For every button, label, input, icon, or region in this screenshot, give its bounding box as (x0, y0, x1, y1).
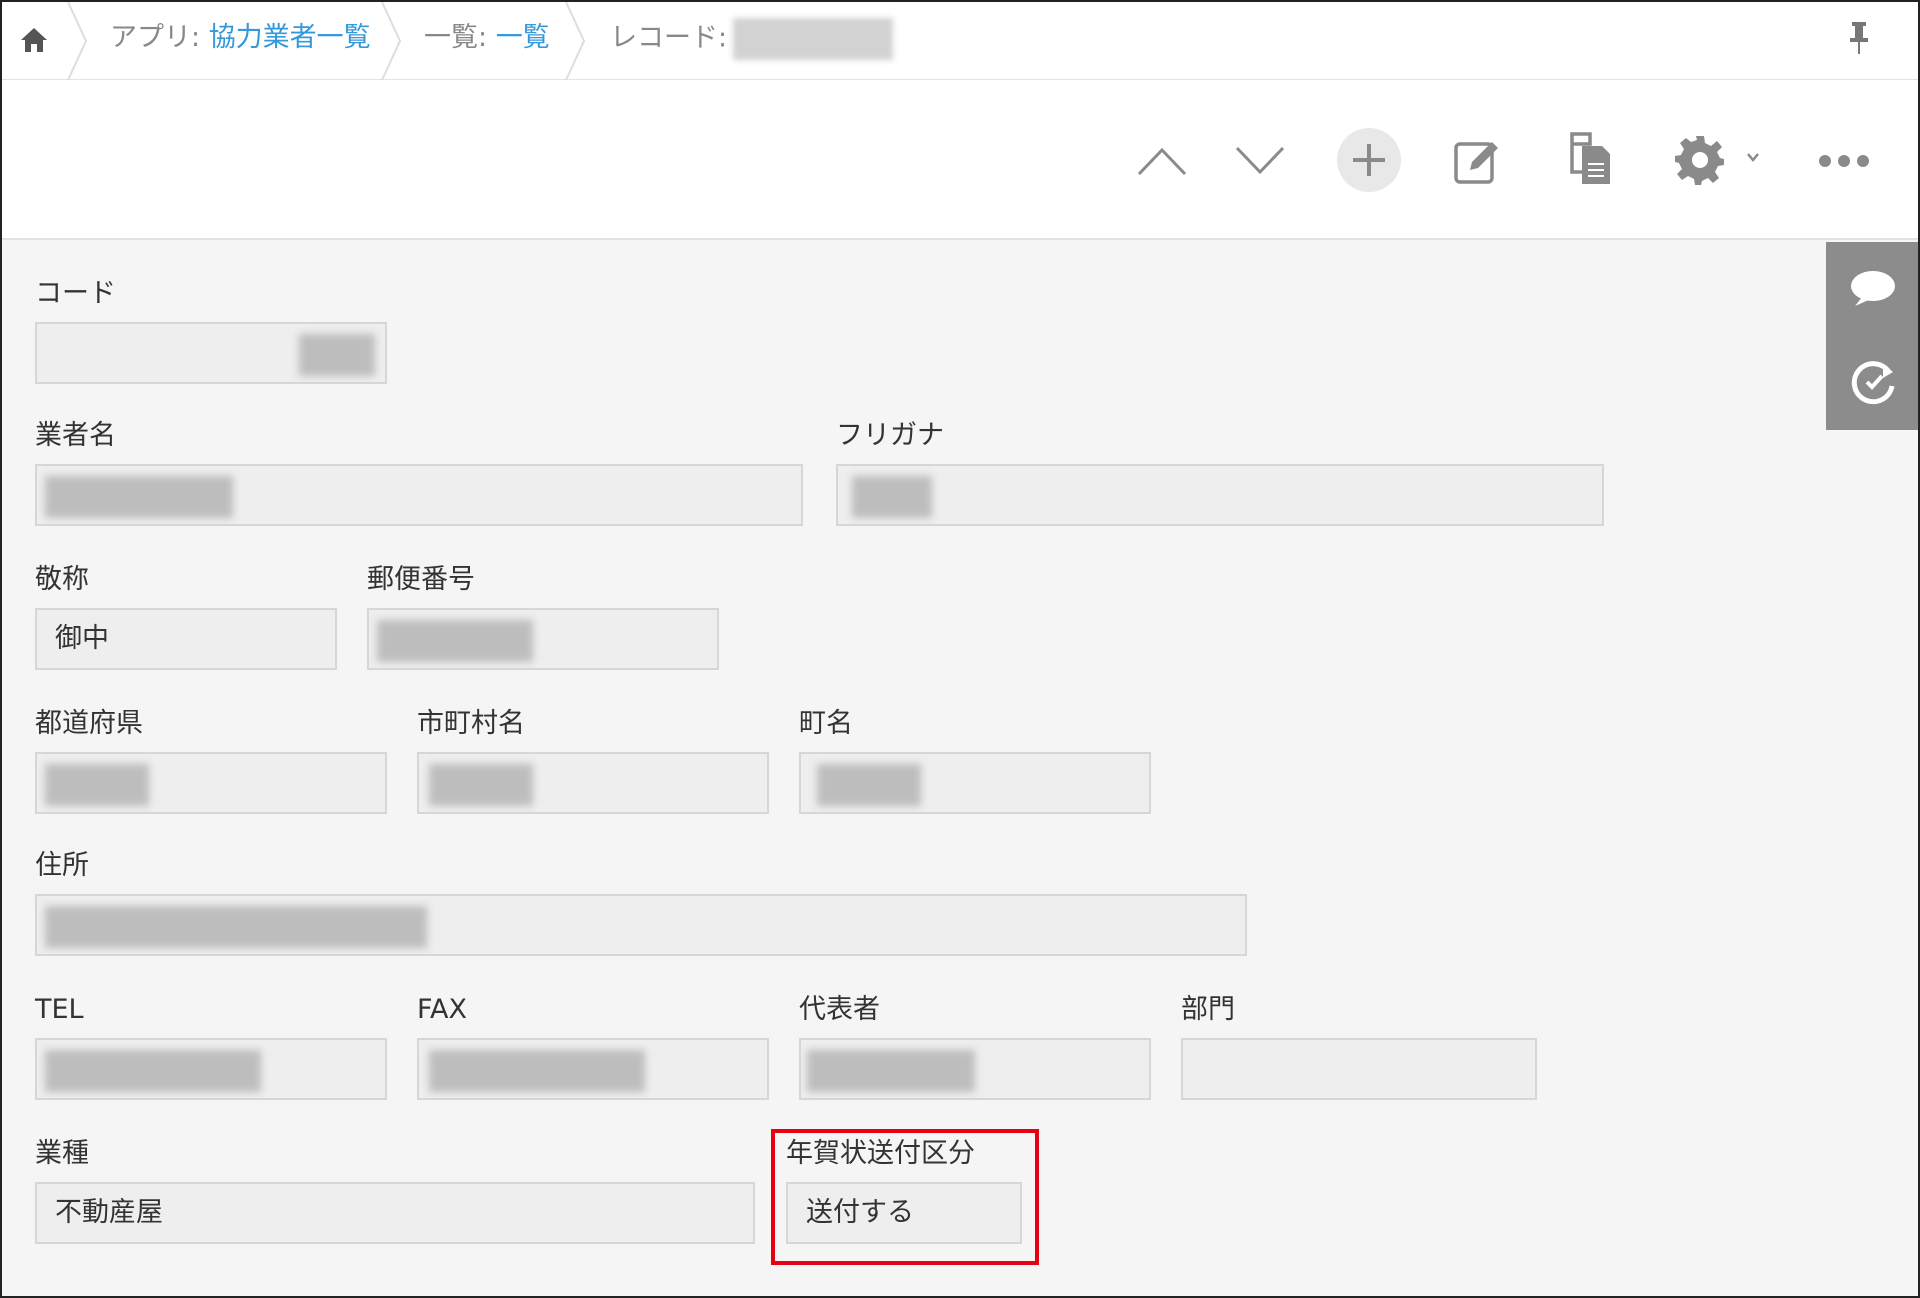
breadcrumb-separator (564, 2, 586, 81)
field-company-name-value (35, 464, 803, 526)
field-prefecture-value (35, 752, 387, 814)
field-industry-label: 業種 (35, 1138, 89, 1169)
breadcrumb-record-prefix: レコード: (610, 22, 728, 54)
breadcrumb-view-prefix: 一覧: (424, 22, 496, 53)
highlight-box (771, 1129, 1039, 1265)
add-record-button[interactable] (1337, 128, 1401, 192)
field-industry-value: 不動産屋 (35, 1182, 755, 1244)
breadcrumb-separator (380, 2, 402, 81)
field-furigana-value (836, 464, 1604, 526)
redacted-record-id (733, 18, 894, 60)
breadcrumb: アプリ: 協力業者一覧 一覧: 一覧 レコード: (2, 2, 1918, 81)
redacted-value (45, 1050, 261, 1092)
field-postal-code-label: 郵便番号 (367, 564, 475, 595)
more-icon[interactable] (1818, 154, 1870, 168)
field-city-value (417, 752, 769, 814)
field-department-label: 部門 (1181, 994, 1235, 1025)
field-city-label: 市町村名 (417, 708, 525, 739)
record-toolbar (2, 80, 1918, 240)
field-furigana-label: フリガナ (836, 420, 944, 451)
breadcrumb-separator (66, 2, 88, 81)
field-prefecture-label: 都道府県 (35, 708, 143, 739)
redacted-value (429, 1050, 645, 1092)
redacted-value (45, 764, 149, 806)
redacted-value (852, 476, 932, 518)
field-address-label: 住所 (35, 850, 89, 881)
field-department-value (1181, 1038, 1537, 1100)
breadcrumb-app-prefix: アプリ: (110, 22, 209, 53)
field-honorific-label: 敬称 (35, 564, 89, 595)
redacted-value (429, 764, 533, 806)
history-icon[interactable] (1849, 358, 1897, 406)
side-panel (1826, 242, 1918, 430)
field-representative-label: 代表者 (799, 994, 880, 1025)
field-code-value (35, 322, 387, 384)
field-town-label: 町名 (799, 708, 853, 739)
breadcrumb-view: 一覧: 一覧 (424, 18, 550, 58)
field-postal-code-value (367, 608, 719, 670)
field-fax-value (417, 1038, 769, 1100)
redacted-value (45, 476, 233, 518)
field-fax-label: FAX (417, 994, 468, 1025)
duplicate-icon[interactable] (1568, 132, 1614, 186)
field-honorific-value: 御中 (35, 608, 337, 670)
redacted-value (817, 764, 921, 806)
field-company-name-label: 業者名 (35, 420, 116, 451)
field-tel-label: TEL (35, 994, 84, 1025)
breadcrumb-record: レコード: (610, 18, 894, 60)
field-representative-value (799, 1038, 1151, 1100)
comment-icon[interactable] (1849, 266, 1897, 314)
chevron-up-icon[interactable] (1136, 140, 1188, 180)
plus-icon (1353, 144, 1385, 176)
gear-icon[interactable] (1674, 134, 1760, 186)
field-code-label: コード (35, 278, 116, 309)
redacted-value (45, 906, 427, 948)
chevron-down-icon[interactable] (1234, 140, 1286, 180)
breadcrumb-view-link[interactable]: 一覧 (496, 22, 550, 53)
redacted-value (377, 620, 533, 662)
edit-icon[interactable] (1452, 136, 1502, 186)
field-address-value (35, 894, 1247, 956)
breadcrumb-app: アプリ: 協力業者一覧 (110, 18, 371, 58)
field-town-value (799, 752, 1151, 814)
redacted-value (807, 1050, 975, 1092)
pin-icon[interactable] (1846, 20, 1872, 56)
record-detail-window: アプリ: 協力業者一覧 一覧: 一覧 レコード: コード 業者名 フリガナ 敬称… (0, 0, 1920, 1298)
redacted-value (299, 334, 375, 376)
breadcrumb-app-link[interactable]: 協力業者一覧 (209, 22, 371, 53)
home-icon[interactable] (18, 24, 50, 56)
field-tel-value (35, 1038, 387, 1100)
